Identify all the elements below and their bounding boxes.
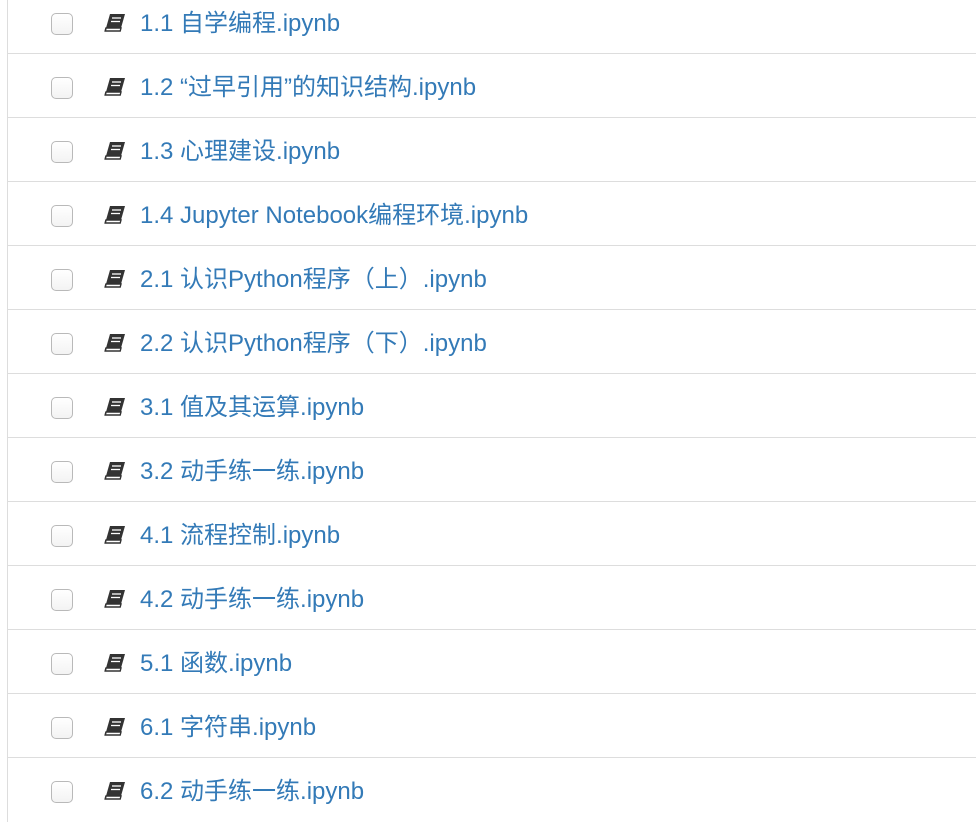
file-row[interactable]: 3.1 值及其运算.ipynb xyxy=(8,374,976,438)
file-row[interactable]: 1.3 心理建设.ipynb xyxy=(8,118,976,182)
notebook-icon xyxy=(104,269,126,289)
notebook-icon xyxy=(104,461,126,481)
file-name-link[interactable]: 4.1 流程控制.ipynb xyxy=(140,522,340,550)
file-name-link[interactable]: 1.1 自学编程.ipynb xyxy=(140,10,340,38)
file-name-link[interactable]: 2.2 认识Python程序（下）.ipynb xyxy=(140,330,487,358)
file-row[interactable]: 6.2 动手练一练.ipynb xyxy=(8,758,976,822)
file-select-checkbox[interactable] xyxy=(51,653,73,675)
file-select-checkbox[interactable] xyxy=(51,77,73,99)
file-name-link[interactable]: 1.3 心理建设.ipynb xyxy=(140,138,340,166)
file-name-link[interactable]: 5.1 函数.ipynb xyxy=(140,650,292,678)
file-row[interactable]: 1.2 “过早引用”的知识结构.ipynb xyxy=(8,54,976,118)
file-row[interactable]: 2.2 认识Python程序（下）.ipynb xyxy=(8,310,976,374)
file-row[interactable]: 5.1 函数.ipynb xyxy=(8,630,976,694)
file-select-checkbox[interactable] xyxy=(51,13,73,35)
file-name-link[interactable]: 3.1 值及其运算.ipynb xyxy=(140,394,364,422)
file-select-checkbox[interactable] xyxy=(51,525,73,547)
file-name-link[interactable]: 3.2 动手练一练.ipynb xyxy=(140,458,364,486)
file-name-link[interactable]: 1.4 Jupyter Notebook编程环境.ipynb xyxy=(140,202,528,230)
notebook-icon xyxy=(104,525,126,545)
file-select-checkbox[interactable] xyxy=(51,781,73,803)
notebook-icon xyxy=(104,589,126,609)
file-row[interactable]: 3.2 动手练一练.ipynb xyxy=(8,438,976,502)
file-row[interactable]: 4.1 流程控制.ipynb xyxy=(8,502,976,566)
file-select-checkbox[interactable] xyxy=(51,589,73,611)
notebook-icon xyxy=(104,397,126,417)
file-name-link[interactable]: 6.2 动手练一练.ipynb xyxy=(140,778,364,806)
file-select-checkbox[interactable] xyxy=(51,269,73,291)
file-select-checkbox[interactable] xyxy=(51,141,73,163)
file-name-link[interactable]: 1.2 “过早引用”的知识结构.ipynb xyxy=(140,74,476,102)
notebook-icon xyxy=(104,781,126,801)
notebook-icon xyxy=(104,653,126,673)
notebook-icon xyxy=(104,77,126,97)
file-select-checkbox[interactable] xyxy=(51,397,73,419)
file-name-link[interactable]: 2.1 认识Python程序（上）.ipynb xyxy=(140,266,487,294)
notebook-icon xyxy=(104,333,126,353)
notebook-file-list: 1.1 自学编程.ipynb 1.2 “过早引用”的知识结构.ipynb 1.3 心… xyxy=(7,0,976,822)
file-select-checkbox[interactable] xyxy=(51,205,73,227)
file-name-link[interactable]: 4.2 动手练一练.ipynb xyxy=(140,586,364,614)
file-row[interactable]: 1.4 Jupyter Notebook编程环境.ipynb xyxy=(8,182,976,246)
file-select-checkbox[interactable] xyxy=(51,333,73,355)
notebook-icon xyxy=(104,717,126,737)
file-row[interactable]: 4.2 动手练一练.ipynb xyxy=(8,566,976,630)
notebook-icon xyxy=(104,141,126,161)
file-row[interactable]: 2.1 认识Python程序（上）.ipynb xyxy=(8,246,976,310)
file-select-checkbox[interactable] xyxy=(51,461,73,483)
file-select-checkbox[interactable] xyxy=(51,717,73,739)
notebook-icon xyxy=(104,13,126,33)
file-row[interactable]: 1.1 自学编程.ipynb xyxy=(8,0,976,54)
notebook-icon xyxy=(104,205,126,225)
file-row[interactable]: 6.1 字符串.ipynb xyxy=(8,694,976,758)
file-name-link[interactable]: 6.1 字符串.ipynb xyxy=(140,714,316,742)
